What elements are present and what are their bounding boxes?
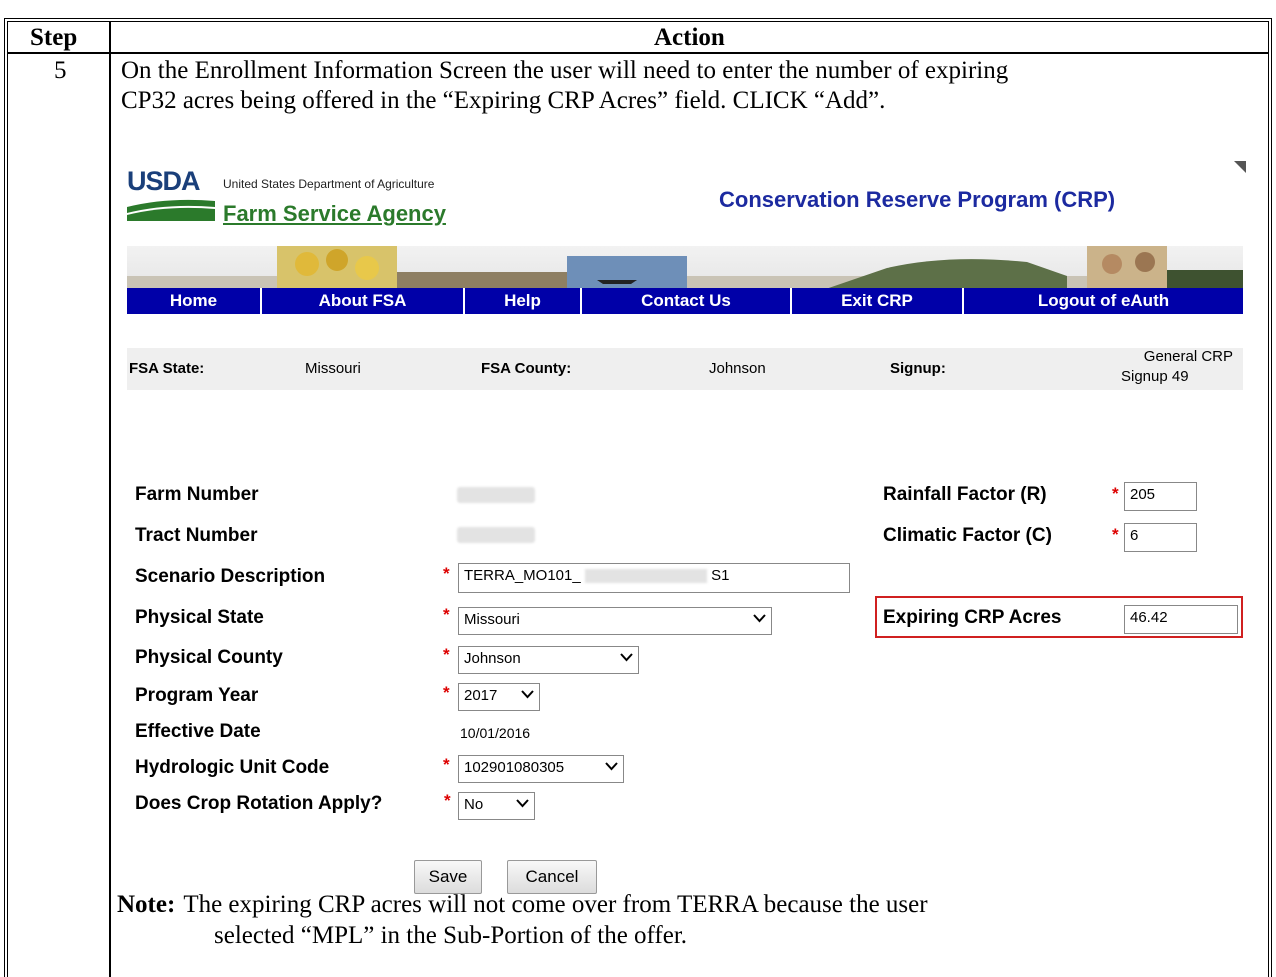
info-bar: FSA State: Missouri FSA County: Johnson … (127, 348, 1243, 390)
chevron-down-icon (516, 799, 529, 808)
required-mark: * (443, 683, 450, 702)
nav-home[interactable]: Home (127, 288, 262, 314)
crop-rotation-label: Does Crop Rotation Apply? (135, 793, 383, 814)
rainfall-factor-input[interactable]: 205 (1124, 482, 1197, 511)
note-line-1: The expiring CRP acres will not come ove… (183, 891, 928, 918)
expiring-crp-acres-input[interactable]: 46.42 (1124, 605, 1238, 634)
nav-exit-crp[interactable]: Exit CRP (792, 288, 964, 314)
nav-contact-us[interactable]: Contact Us (582, 288, 792, 314)
farm-service-agency-link[interactable]: Farm Service Agency (223, 201, 446, 227)
program-year-value: 2017 (464, 687, 498, 704)
expiring-crp-acres-value: 46.42 (1130, 609, 1168, 626)
scenario-label: Scenario Description (135, 566, 326, 587)
chevron-down-icon (521, 690, 534, 699)
column-divider (109, 22, 111, 977)
farm-number-redacted (457, 487, 535, 503)
crop-rotation-value: No (464, 796, 484, 813)
huc-value: 102901080305 (464, 759, 565, 776)
huc-select[interactable]: 102901080305 (458, 755, 624, 783)
scenario-suffix: S1 (711, 567, 730, 584)
fsa-county-label: FSA County: (481, 360, 572, 377)
physical-state-label: Physical State (135, 607, 264, 628)
nav-logout[interactable]: Logout of eAuth (964, 288, 1243, 314)
nav-help[interactable]: Help (465, 288, 582, 314)
chevron-down-icon (620, 653, 633, 662)
usda-logo: USDA (127, 166, 201, 196)
cancel-button[interactable]: Cancel (507, 860, 597, 894)
physical-state-select[interactable]: Missouri (458, 607, 772, 635)
nav-about-fsa[interactable]: About FSA (262, 288, 465, 314)
header-action: Action (654, 24, 725, 51)
scenario-prefix: TERRA_MO101_ (464, 567, 581, 584)
fsa-county-value: Johnson (709, 360, 766, 377)
effective-date-label: Effective Date (135, 721, 261, 742)
climatic-factor-value: 6 (1130, 527, 1139, 544)
required-mark: * (443, 645, 450, 664)
step-number: 5 (54, 57, 67, 84)
rainfall-factor-label: Rainfall Factor (R) (883, 484, 1047, 505)
required-mark: * (443, 755, 450, 774)
header-step: Step (30, 24, 78, 51)
note-label: Note: (117, 891, 176, 918)
required-mark: * (1112, 525, 1119, 544)
huc-label: Hydrologic Unit Code (135, 757, 330, 778)
physical-county-select[interactable]: Johnson (458, 646, 639, 674)
scenario-redacted (584, 569, 707, 584)
physical-state-value: Missouri (464, 611, 520, 628)
climatic-factor-label: Climatic Factor (C) (883, 525, 1052, 546)
signup-value-line2: Signup 49 (1121, 368, 1189, 385)
crop-rotation-select[interactable]: No (458, 792, 535, 820)
signup-label: Signup: (890, 360, 946, 377)
tract-number-redacted (457, 527, 535, 543)
nav-bar: Home About FSA Help Contact Us Exit CRP … (127, 288, 1243, 314)
required-mark: * (1112, 484, 1119, 503)
table-header-row: Step Action (8, 22, 1268, 54)
photo-banner (127, 246, 1243, 292)
scenario-input[interactable]: TERRA_MO101_ S1 (458, 563, 850, 593)
enrollment-screenshot: USDA United States Department of Agricul… (127, 155, 1246, 894)
fsa-state-label: FSA State: (129, 360, 205, 377)
department-name: United States Department of Agriculture (223, 177, 435, 191)
rainfall-factor-value: 205 (1130, 486, 1156, 503)
program-year-label: Program Year (135, 685, 259, 706)
instruction-line-2: CP32 acres being offered in the “Expirin… (121, 87, 886, 114)
effective-date-value: 10/01/2016 (460, 725, 531, 741)
climatic-factor-input[interactable]: 6 (1124, 523, 1197, 552)
program-title: Conservation Reserve Program (CRP) (719, 187, 1116, 212)
physical-county-value: Johnson (464, 650, 521, 667)
required-mark: * (443, 564, 450, 583)
chevron-down-icon (753, 614, 766, 623)
program-year-select[interactable]: 2017 (458, 683, 540, 711)
tract-number-label: Tract Number (135, 525, 258, 546)
physical-county-label: Physical County (135, 647, 283, 668)
note-line-2: selected “MPL” in the Sub-Portion of the… (214, 922, 688, 949)
chevron-down-icon (605, 762, 618, 771)
corner-triangle-icon (1234, 161, 1246, 173)
required-mark: * (444, 791, 451, 810)
note-block: Note: The expiring CRP acres will not com… (117, 890, 928, 920)
signup-value-line1: General CRP (1143, 348, 1233, 365)
usda-swoosh-icon (127, 199, 215, 221)
expiring-crp-acres-label: Expiring CRP Acres (883, 607, 1062, 628)
required-mark: * (443, 605, 450, 624)
save-button[interactable]: Save (414, 860, 482, 894)
farm-number-label: Farm Number (135, 484, 259, 505)
instruction-line-1: On the Enrollment Information Screen the… (121, 57, 1009, 84)
fsa-state-value: Missouri (305, 360, 361, 377)
